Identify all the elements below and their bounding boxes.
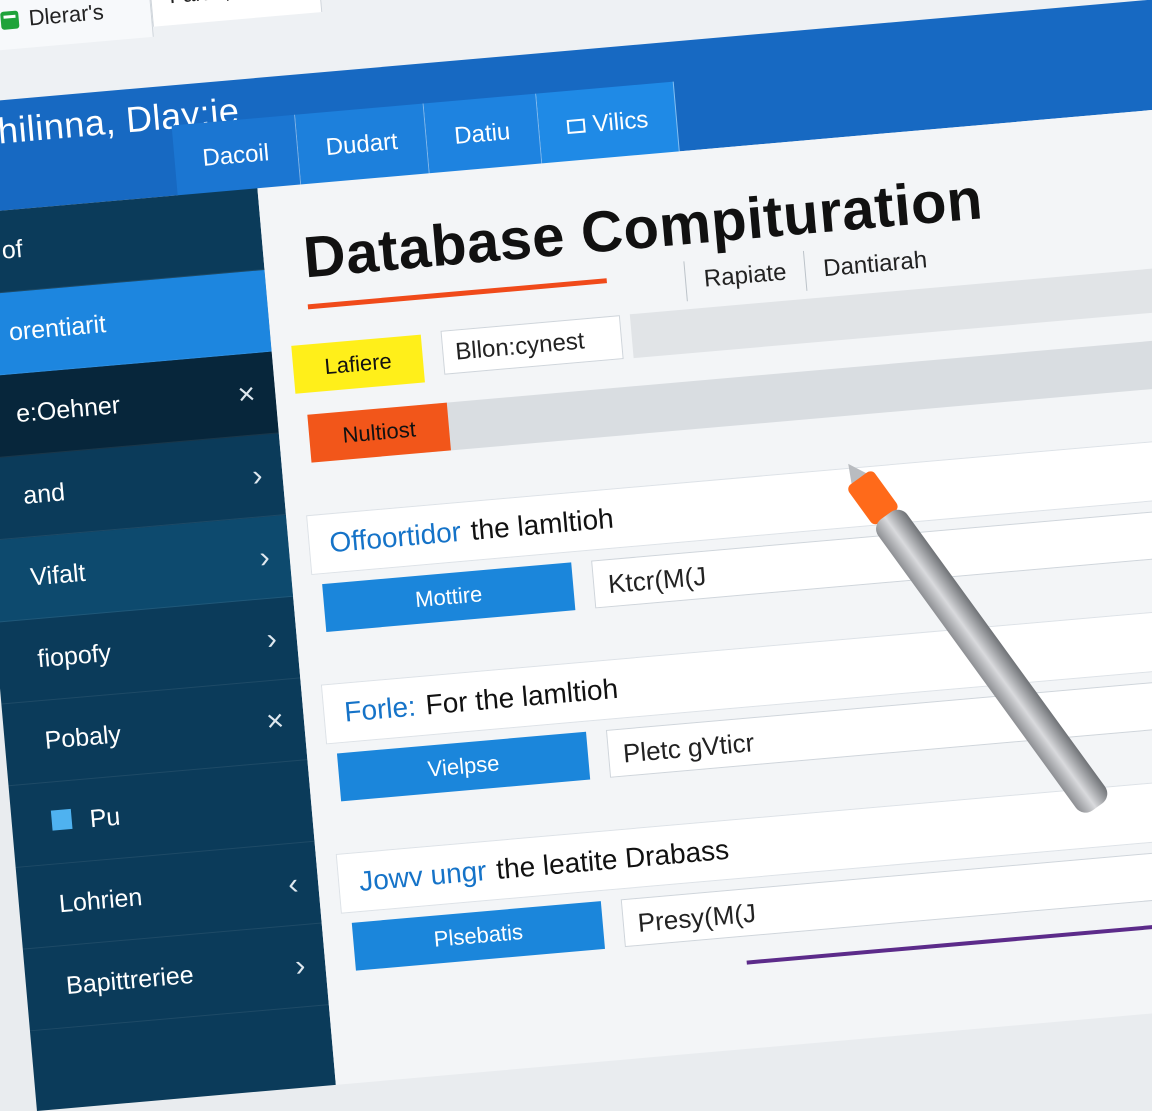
window-icon bbox=[566, 118, 586, 135]
chevron-left-icon: ‹ bbox=[286, 866, 300, 901]
nav-tab-dacoil[interactable]: Dacoil bbox=[171, 114, 302, 198]
nav-tab-label: Dudart bbox=[324, 127, 399, 162]
toolbar-button-dantiarah[interactable]: Dantiarah bbox=[822, 246, 928, 283]
toolbar-divider bbox=[683, 261, 688, 302]
chevron-right-icon: › bbox=[258, 540, 271, 574]
sidebar-item-label: Bapittreriee bbox=[64, 960, 195, 1000]
window-tab-2-label: Faloh, -Put bbox=[168, 0, 277, 9]
chevron-right-icon: › bbox=[265, 621, 279, 656]
close-icon[interactable]: × bbox=[236, 377, 256, 412]
sidebar-item-label: orentiarit bbox=[7, 310, 108, 347]
nav-tab-datiu[interactable]: Datiu bbox=[423, 93, 543, 176]
section-button[interactable]: Vielpse bbox=[336, 731, 591, 802]
window-tab-1-label: Dlerar's bbox=[27, 0, 105, 31]
section-text: the leatite Drabass bbox=[494, 833, 731, 885]
filter-input[interactable]: Bllon:cynest bbox=[440, 315, 624, 375]
section-button[interactable]: Mottire bbox=[322, 562, 576, 632]
app-screen: Dlerar's Faloh, -Put Dhilinna, Dlay:ie D… bbox=[0, 0, 1152, 1111]
nav-tab-label: Vilics bbox=[591, 106, 650, 138]
sidebar-item-label: and bbox=[22, 478, 67, 510]
sidebar-item-label: Lohrien bbox=[57, 883, 144, 919]
sidebar-item-label: Pu bbox=[50, 788, 293, 838]
section-button[interactable]: Plsebatis bbox=[351, 901, 606, 971]
close-icon[interactable]: × bbox=[265, 704, 285, 739]
section-keyword: Forle: bbox=[343, 690, 418, 728]
nav-tab-label: Datiu bbox=[453, 118, 512, 150]
spreadsheet-icon bbox=[0, 9, 20, 30]
nav-tab-label: Dacoil bbox=[201, 139, 271, 172]
red-tag[interactable]: Nultiost bbox=[307, 402, 451, 463]
chevron-right-icon: › bbox=[293, 948, 307, 983]
sidebar-item-label: fiopofy bbox=[36, 638, 113, 674]
export-icon bbox=[50, 808, 73, 831]
section-keyword: Offoortidor bbox=[328, 515, 463, 559]
section-text: the lamltioh bbox=[469, 502, 615, 546]
yellow-tag[interactable]: Lafiere bbox=[291, 334, 425, 394]
section-text: For the lamltioh bbox=[424, 672, 620, 721]
chevron-right-icon: › bbox=[250, 458, 264, 493]
sidebar-item-label: of bbox=[0, 235, 24, 265]
sidebar-item-label: e:Oehner bbox=[14, 391, 122, 429]
sidebar-item-label: Pobaly bbox=[43, 720, 123, 755]
sidebar-item-text: Pu bbox=[88, 802, 122, 834]
toolbar-button-rapiate[interactable]: Rapiate bbox=[703, 259, 788, 294]
window-tab-1[interactable]: Dlerar's bbox=[0, 0, 154, 52]
section-keyword: Jowv ungr bbox=[357, 854, 488, 897]
window-tab-2[interactable]: Faloh, -Put bbox=[147, 0, 323, 27]
sidebar-item-label: Vifalt bbox=[29, 558, 87, 592]
main-content: Database Compituration Rapiate Dantiarah… bbox=[257, 101, 1152, 1085]
toolbar-divider bbox=[802, 250, 808, 291]
